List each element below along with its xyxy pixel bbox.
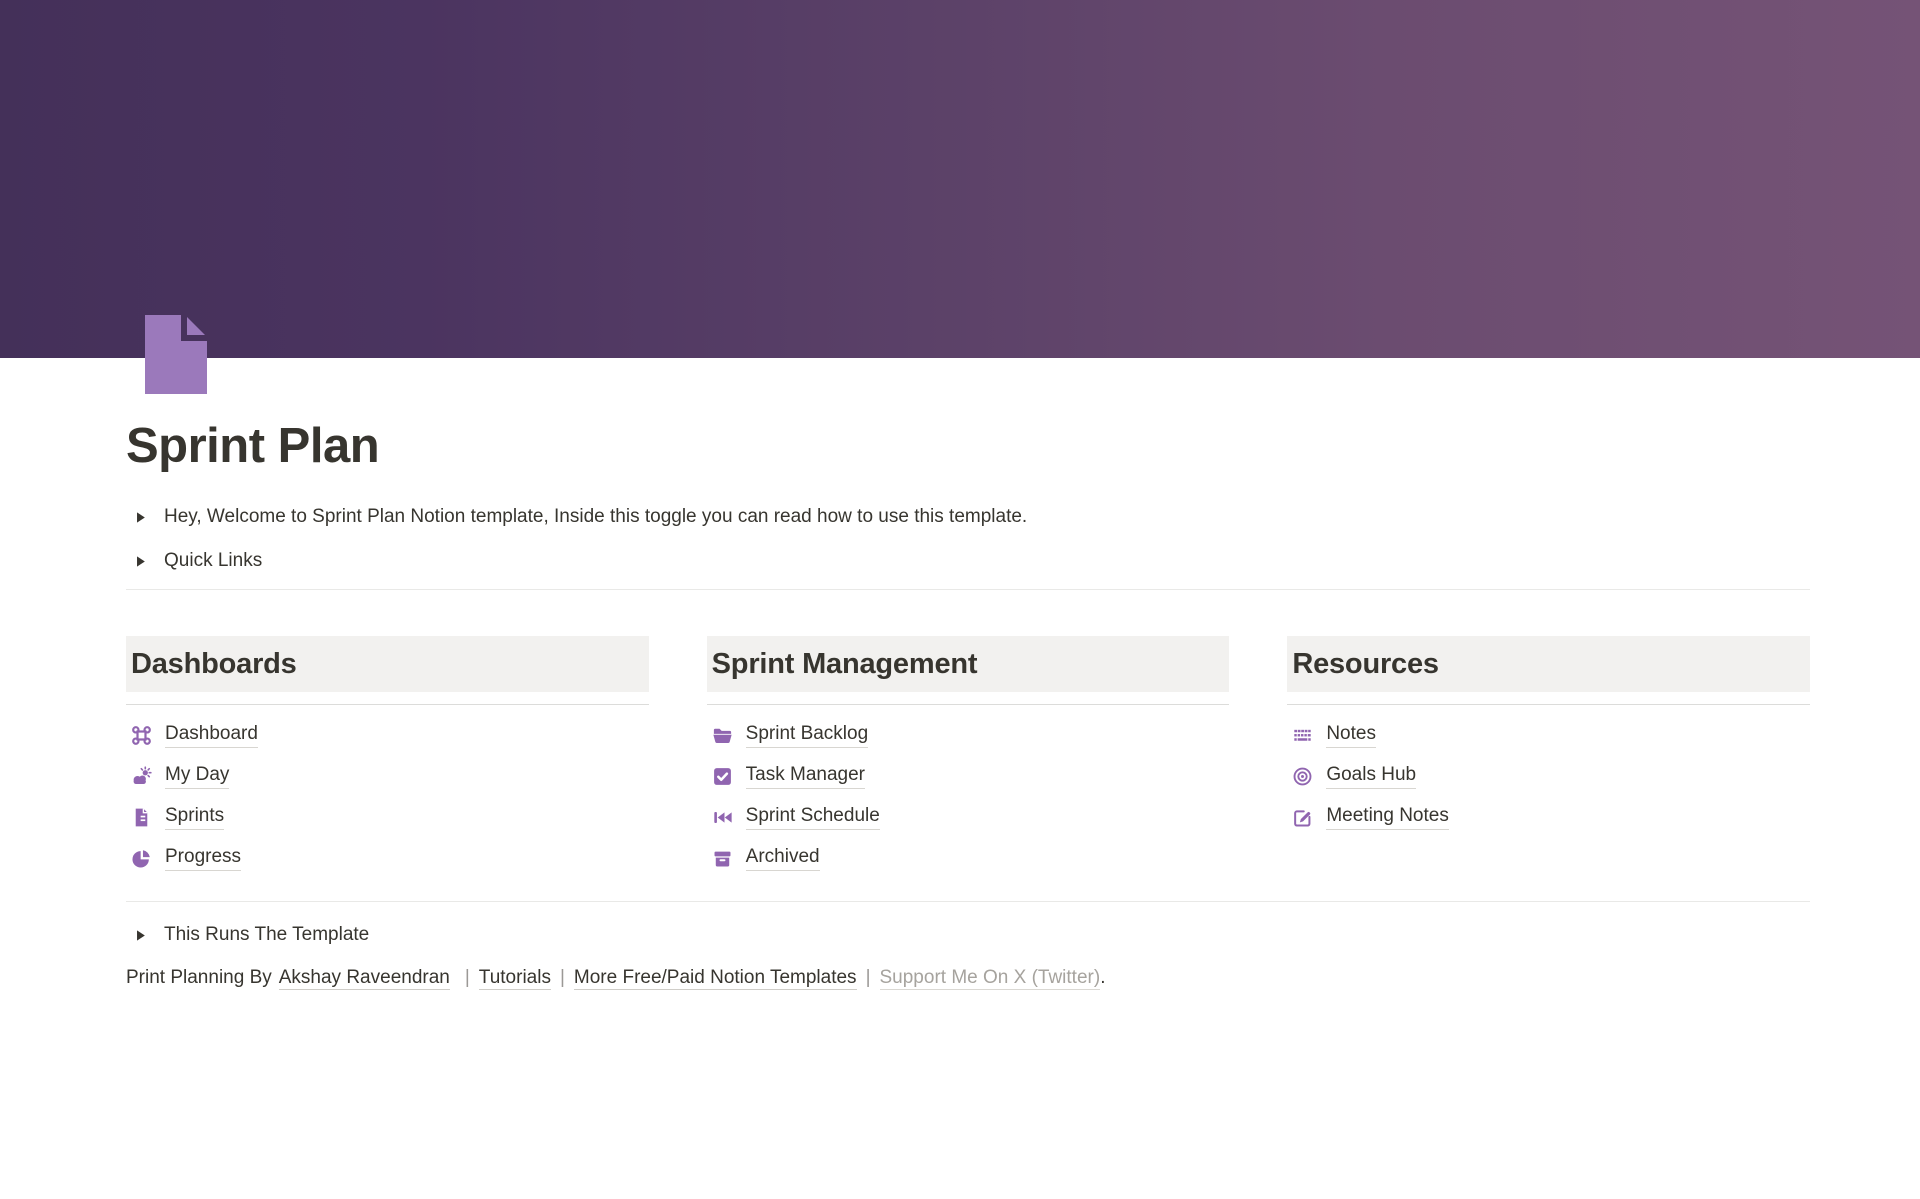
cover-image[interactable] — [0, 0, 1920, 358]
link-label[interactable]: Notes — [1326, 723, 1376, 748]
footer-separator: | — [560, 967, 565, 988]
column-header-dashboards: Dashboards — [126, 636, 649, 692]
footer-link-more-templates[interactable]: More Free/Paid Notion Templates — [574, 967, 857, 990]
column-divider — [1287, 704, 1810, 705]
link-my-day[interactable]: My Day — [126, 756, 649, 797]
toggle-quick-links-label: Quick Links — [164, 550, 262, 572]
footer-suffix: . — [1100, 967, 1105, 988]
footer-prefix: Print Planning By — [126, 967, 272, 988]
footer-separator: | — [465, 967, 470, 988]
link-archived[interactable]: Archived — [707, 838, 1230, 879]
column-dashboards: Dashboards Dashboard My Day Sprints Pro — [126, 636, 649, 879]
footer-credits: Print Planning By Akshay Raveendran | Tutor… — [126, 964, 1810, 992]
toggle-arrow-icon[interactable] — [134, 555, 147, 568]
link-label[interactable]: Goals Hub — [1326, 764, 1416, 789]
divider — [126, 901, 1810, 902]
link-label[interactable]: Sprint Schedule — [746, 805, 880, 830]
column-resources: Resources Notes Goals Hub Meeting Notes — [1287, 636, 1810, 879]
folder-open-icon — [712, 725, 733, 746]
toggle-bottom-label: This Runs The Template — [164, 924, 369, 946]
pie-chart-icon — [131, 848, 152, 869]
rewind-icon — [712, 807, 733, 828]
toggle-arrow-icon[interactable] — [134, 929, 147, 942]
link-label[interactable]: Meeting Notes — [1326, 805, 1449, 830]
column-sprint-management: Sprint Management Sprint Backlog Task Ma… — [707, 636, 1230, 879]
divider — [126, 589, 1810, 590]
sun-cloud-icon — [131, 766, 152, 787]
link-meeting-notes[interactable]: Meeting Notes — [1287, 797, 1810, 838]
footer-link-tutorials[interactable]: Tutorials — [479, 967, 551, 990]
page-icon[interactable] — [145, 315, 207, 394]
link-label[interactable]: Task Manager — [746, 764, 865, 789]
toggle-arrow-icon[interactable] — [134, 511, 147, 524]
link-sprints[interactable]: Sprints — [126, 797, 649, 838]
toggle-this-runs-the-template[interactable]: This Runs The Template — [126, 919, 1810, 951]
toggle-quick-links[interactable]: Quick Links — [126, 545, 1810, 577]
column-divider — [707, 704, 1230, 705]
toggle-welcome[interactable]: Hey, Welcome to Sprint Plan Notion templ… — [126, 501, 1810, 533]
toggle-welcome-label: Hey, Welcome to Sprint Plan Notion templ… — [164, 506, 1027, 528]
link-progress[interactable]: Progress — [126, 838, 649, 879]
target-icon — [1292, 766, 1313, 787]
link-label[interactable]: Progress — [165, 846, 241, 871]
footer-link-author[interactable]: Akshay Raveendran — [279, 967, 450, 990]
checkbox-icon — [712, 766, 733, 787]
link-task-manager[interactable]: Task Manager — [707, 756, 1230, 797]
receipt-icon — [131, 807, 152, 828]
footer-link-twitter[interactable]: Support Me On X (Twitter) — [880, 967, 1101, 990]
link-dashboard[interactable]: Dashboard — [126, 715, 649, 756]
page-title[interactable]: Sprint Plan — [126, 358, 1810, 475]
edit-icon — [1292, 807, 1313, 828]
footer-separator: | — [866, 967, 871, 988]
column-divider — [126, 704, 649, 705]
column-header-resources: Resources — [1287, 636, 1810, 692]
link-label[interactable]: Archived — [746, 846, 820, 871]
link-sprint-backlog[interactable]: Sprint Backlog — [707, 715, 1230, 756]
link-label[interactable]: Dashboard — [165, 723, 258, 748]
link-goals-hub[interactable]: Goals Hub — [1287, 756, 1810, 797]
page-content: Sprint Plan Hey, Welcome to Sprint Plan … — [126, 358, 1810, 992]
link-sprint-schedule[interactable]: Sprint Schedule — [707, 797, 1230, 838]
column-header-sprint-management: Sprint Management — [707, 636, 1230, 692]
keyboard-icon — [1292, 725, 1313, 746]
archive-box-icon — [712, 848, 733, 869]
link-label[interactable]: My Day — [165, 764, 229, 789]
link-notes[interactable]: Notes — [1287, 715, 1810, 756]
command-icon — [131, 725, 152, 746]
link-label[interactable]: Sprints — [165, 805, 224, 830]
link-label[interactable]: Sprint Backlog — [746, 723, 869, 748]
columns-section: Dashboards Dashboard My Day Sprints Pro — [126, 636, 1810, 879]
